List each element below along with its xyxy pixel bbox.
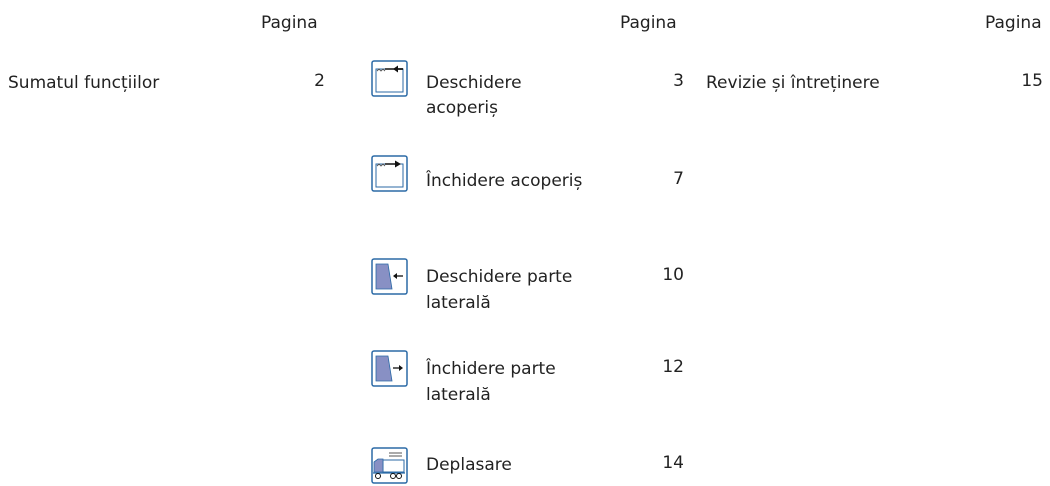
toc-entry-label[interactable]: Închidere parte <box>426 357 556 382</box>
toc-entry-label[interactable]: Deschidere parte <box>426 265 572 290</box>
toc-entry-label-cont[interactable]: laterală <box>426 383 491 408</box>
toc-entry-page[interactable]: 7 <box>654 169 684 189</box>
toc-entry-page[interactable]: 2 <box>295 71 325 91</box>
side-close-icon <box>371 350 408 387</box>
toc-entry-label-cont[interactable]: acoperiș <box>426 96 498 121</box>
toc-entry-label[interactable]: Revizie și întreținere <box>706 71 880 96</box>
roof-close-icon <box>371 155 408 192</box>
toc-entry-page[interactable]: 3 <box>654 71 684 91</box>
toc-entry-label[interactable]: Sumatul funcțiilor <box>8 71 159 96</box>
toc-entry-page[interactable]: 14 <box>654 453 684 473</box>
toc-entry-label-cont[interactable]: laterală <box>426 291 491 316</box>
col2-header: Pagina <box>620 13 677 33</box>
toc-entry-label[interactable]: Deplasare <box>426 453 512 478</box>
toc-entry-page[interactable]: 10 <box>654 265 684 285</box>
col3-header: Pagina <box>985 13 1042 33</box>
toc-entry-page[interactable]: 12 <box>654 357 684 377</box>
toc-entry-label[interactable]: Deschidere <box>426 71 522 96</box>
truck-icon <box>371 447 408 484</box>
roof-open-icon <box>371 60 408 97</box>
toc-entry-page[interactable]: 15 <box>1013 71 1043 91</box>
col1-header: Pagina <box>261 13 318 33</box>
toc-entry-label[interactable]: Închidere acoperiș <box>426 169 582 194</box>
side-open-icon <box>371 258 408 295</box>
